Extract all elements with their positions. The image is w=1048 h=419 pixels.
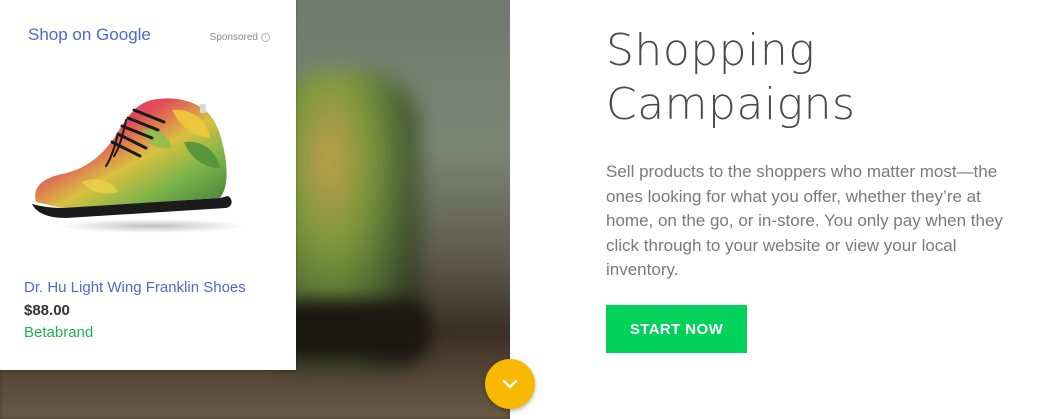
product-title-link[interactable]: Dr. Hu Light Wing Franklin Shoes [24,279,246,296]
shop-on-google-link[interactable]: Shop on Google [28,25,151,45]
sponsored-text: Sponsored [209,32,258,43]
shopping-ad-card[interactable]: Shop on Google Sponsored i Dr. Hu Light … [0,0,296,370]
chevron-down-icon [502,379,518,389]
scroll-down-button[interactable] [485,359,535,409]
blurred-shoe-sole [280,300,430,360]
start-now-button[interactable]: START NOW [606,305,747,353]
page-description: Sell products to the shoppers who matter… [606,162,1003,279]
sneaker-image[interactable] [22,90,262,240]
page-title: Shopping Campaigns [606,25,856,130]
page: Shop on Google Sponsored i Dr. Hu Light … [0,0,1048,419]
ad-header: Shop on Google Sponsored i [28,25,270,45]
product-price: $88.00 [24,302,70,319]
sponsored-label: Sponsored i [210,32,270,43]
info-icon[interactable]: i [261,33,270,42]
merchant-name: Betabrand [24,324,94,341]
